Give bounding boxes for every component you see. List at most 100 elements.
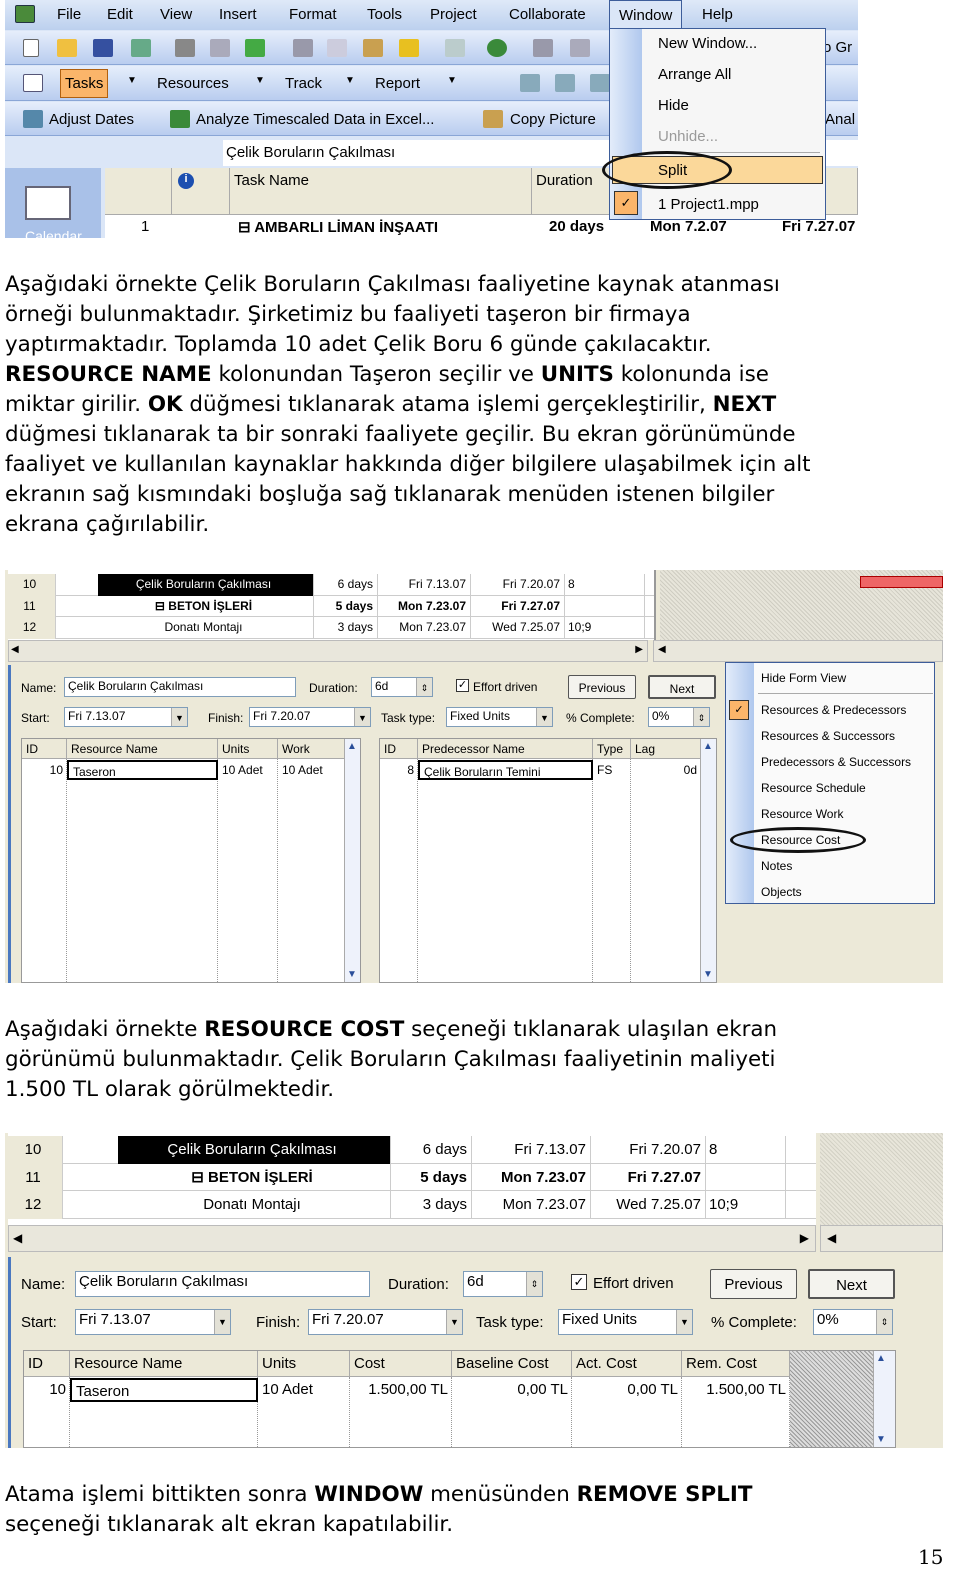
track-button[interactable]: Track: [285, 75, 322, 92]
finish-field[interactable]: Fri 7.20.07 ▼: [308, 1309, 463, 1335]
copy-picture-button[interactable]: Copy Picture: [510, 111, 596, 128]
column-header-rem-cost[interactable]: Rem. Cost: [682, 1351, 790, 1377]
column-header-baseline-cost[interactable]: Baseline Cost: [452, 1351, 572, 1377]
cell-name[interactable]: Çelik Boruların Çakılması: [98, 574, 314, 596]
dropdown-arrow[interactable]: ▼: [676, 1310, 692, 1334]
scroll-left-arrow[interactable]: ◀: [11, 644, 19, 655]
dropdown-arrow[interactable]: ▼: [214, 1310, 230, 1334]
gantt-scrollbar[interactable]: ◀: [653, 640, 943, 662]
analyze-timescaled-button[interactable]: Analyze Timescaled Data in Excel...: [196, 111, 434, 128]
scroll-up-arrow[interactable]: ▲: [347, 741, 357, 752]
horizontal-scrollbar[interactable]: ◀ ▶: [8, 640, 648, 662]
cell-name[interactable]: Donatı Montajı: [98, 617, 314, 639]
task-row[interactable]: 12 Donatı Montajı 3 days Mon 7.23.07 Wed 7.2…: [8, 1191, 816, 1219]
print-icon[interactable]: [175, 39, 195, 57]
scroll-up-arrow[interactable]: ▲: [876, 1353, 886, 1364]
column-header-units[interactable]: Units: [258, 1351, 350, 1377]
scroll-down-arrow[interactable]: ▼: [876, 1434, 886, 1445]
menu-collaborate[interactable]: Collaborate: [509, 6, 586, 23]
task-row[interactable]: 11 ⊟ BETON İŞLERİ 5 days Mon 7.23.07 Fri 7.2…: [8, 595, 654, 617]
scroll-left-arrow[interactable]: ◀: [658, 644, 666, 655]
open-folder-icon[interactable]: [57, 39, 77, 57]
menu-item-arrange-all[interactable]: Arrange All: [658, 66, 731, 83]
menu-item-new-window[interactable]: New Window...: [658, 35, 757, 52]
menu-view[interactable]: View: [160, 6, 192, 23]
copy-icon[interactable]: [327, 39, 347, 57]
menu-window[interactable]: Window: [609, 0, 683, 30]
scroll-down-arrow[interactable]: ▼: [347, 969, 357, 980]
dropdown-arrow[interactable]: ▼: [446, 1310, 462, 1334]
column-header-units[interactable]: Units: [218, 739, 278, 759]
scroll-left-arrow[interactable]: ◀: [13, 1231, 22, 1245]
menu-edit[interactable]: Edit: [107, 6, 133, 23]
task-type-select[interactable]: Fixed Units ▼: [446, 707, 553, 727]
vertical-scrollbar[interactable]: ▲ ▼: [344, 739, 360, 982]
menu-item-project1[interactable]: 1 Project1.mpp: [658, 196, 759, 213]
percent-spinner[interactable]: ⇕: [876, 1310, 892, 1334]
cell-name[interactable]: Çelik Boruların Çakılması: [118, 1136, 391, 1164]
menu-item-objects[interactable]: Objects: [761, 885, 802, 899]
spelling-icon[interactable]: [245, 39, 265, 57]
duration-spinner[interactable]: ⇕: [416, 678, 432, 696]
previous-button[interactable]: Previous: [568, 675, 636, 699]
layout-icon[interactable]: [555, 74, 575, 92]
start-field[interactable]: Fri 7.13.07 ▼: [64, 707, 188, 727]
menu-tools[interactable]: Tools: [367, 6, 402, 23]
column-header-resource-name[interactable]: Resource Name: [70, 1351, 258, 1377]
guide-icon[interactable]: [23, 74, 43, 92]
dropdown-arrow[interactable]: ▼: [171, 708, 187, 726]
tasks-dropdown-arrow[interactable]: ▼: [127, 75, 137, 86]
cell-value[interactable]: Taseron: [70, 1378, 258, 1402]
task-row[interactable]: 10 Çelik Boruların Çakılması 6 days Fri 7.1…: [8, 1136, 816, 1164]
menu-item-predecessors-successors[interactable]: Predecessors & Successors: [761, 755, 911, 769]
resources-button[interactable]: Resources: [157, 75, 229, 92]
menu-insert[interactable]: Insert: [219, 6, 257, 23]
effort-driven-checkbox[interactable]: ✓: [571, 1274, 587, 1290]
menu-item-resource-schedule[interactable]: Resource Schedule: [761, 781, 866, 795]
dropdown-arrow[interactable]: ▼: [536, 708, 552, 726]
adjust-dates-button[interactable]: Adjust Dates: [49, 111, 134, 128]
duration-spinner[interactable]: ⇕: [526, 1272, 542, 1296]
analysis-cut-label[interactable]: Anal: [825, 111, 855, 128]
report-dropdown-arrow[interactable]: ▼: [447, 75, 457, 86]
row-task-name[interactable]: ⊟ AMBARLI LİMAN İNŞAATI: [238, 218, 438, 236]
name-field[interactable]: Çelik Boruların Çakılması: [64, 677, 296, 697]
menu-item-resource-work[interactable]: Resource Work: [761, 807, 843, 821]
menu-format[interactable]: Format: [289, 6, 337, 23]
scroll-left-arrow[interactable]: ◀: [827, 1231, 836, 1245]
report-button[interactable]: Report: [375, 75, 420, 92]
gantt-scrollbar[interactable]: ◀: [820, 1225, 943, 1252]
next-button[interactable]: Next: [648, 675, 716, 699]
duration-field[interactable]: 6d ⇕: [463, 1271, 543, 1297]
previous-button[interactable]: Previous: [710, 1269, 797, 1299]
task-name-column-header[interactable]: Task Name: [230, 168, 532, 215]
percent-complete-field[interactable]: 0% ⇕: [813, 1309, 893, 1335]
cell-name[interactable]: ⊟ BETON İŞLERİ: [98, 595, 314, 617]
resources-dropdown-arrow[interactable]: ▼: [255, 75, 265, 86]
paste-icon[interactable]: [363, 39, 383, 57]
effort-driven-checkbox[interactable]: ✓: [456, 679, 469, 692]
scroll-down-arrow[interactable]: ▼: [703, 969, 713, 980]
unlink-tasks-icon[interactable]: [570, 39, 590, 57]
column-header-id[interactable]: ID: [22, 739, 67, 759]
column-header-work[interactable]: Work: [278, 739, 346, 759]
cell-value[interactable]: Çelik Boruların Temini: [418, 760, 593, 780]
menu-file[interactable]: File: [57, 6, 81, 23]
task-type-select[interactable]: Fixed Units ▼: [558, 1309, 693, 1335]
duration-field[interactable]: 6d ⇕: [371, 677, 433, 697]
finish-field[interactable]: Fri 7.20.07 ▼: [249, 707, 371, 727]
menu-item-resources-successors[interactable]: Resources & Successors: [761, 729, 895, 743]
horizontal-scrollbar[interactable]: ◀ ▶: [8, 1225, 816, 1252]
column-header-resource-name[interactable]: Resource Name: [67, 739, 218, 759]
menu-item-resources-predecessors[interactable]: Resources & Predecessors: [761, 703, 906, 717]
cell-value[interactable]: Taseron: [67, 760, 218, 780]
scroll-right-arrow[interactable]: ▶: [635, 644, 643, 655]
vertical-scrollbar[interactable]: ▲ ▼: [873, 1351, 895, 1447]
tasks-button[interactable]: Tasks: [60, 69, 109, 98]
column-header-id[interactable]: ID: [24, 1351, 70, 1377]
layout-icon[interactable]: [590, 74, 610, 92]
task-row[interactable]: 12 Donatı Montajı 3 days Mon 7.23.07 Wed 7.2…: [8, 617, 654, 639]
undo-icon[interactable]: [445, 39, 465, 57]
save-icon[interactable]: [93, 39, 113, 57]
column-header-act-cost[interactable]: Act. Cost: [572, 1351, 682, 1377]
